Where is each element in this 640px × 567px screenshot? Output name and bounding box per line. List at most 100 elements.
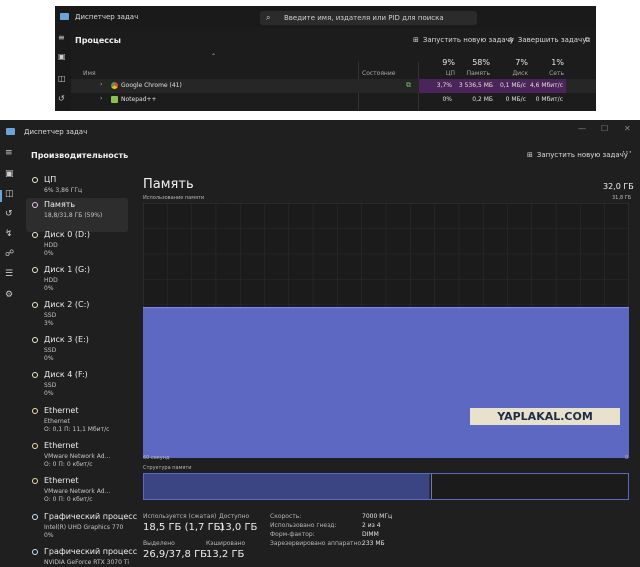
column-name[interactable]: Имя <box>83 70 96 77</box>
task-manager-icon <box>6 128 15 135</box>
run-new-task-button[interactable]: ⊞ Запустить новую задачу <box>413 36 514 44</box>
graph-indicator-icon <box>32 232 38 238</box>
sidebar-item[interactable]: Графический процесс Intel(R) UHD Graphics… <box>26 510 137 544</box>
history-icon[interactable]: ↺ <box>5 209 13 219</box>
titlebar: Диспетчер задач ⌕ Введите имя, издателя … <box>55 6 596 28</box>
sidebar-item-subtitle: NVIDIA GeForce RTX 3070 Ti <box>44 559 129 566</box>
sidebar-item-subtitle: VMware Network Ad... <box>44 453 111 460</box>
processes-icon[interactable]: ▣ <box>5 169 14 179</box>
sidebar-item-title: Диск 0 (D:) <box>44 230 90 239</box>
axis-label-right: 0 <box>625 455 629 461</box>
graph-indicator-icon <box>32 337 38 343</box>
graph-indicator-icon <box>32 549 38 555</box>
column-status[interactable]: Состояние <box>362 70 395 77</box>
usage-label: Использование памяти <box>143 195 205 201</box>
notepad-icon <box>111 96 118 103</box>
detail-key-form-factor: Форм-фактор: <box>270 531 315 538</box>
graph-indicator-icon <box>32 478 38 484</box>
sidebar-item[interactable]: Память 18,8/31,8 ГБ (59%) <box>26 198 128 232</box>
services-icon[interactable]: ⚙ <box>5 290 13 300</box>
sidebar-item-detail: 3% <box>44 320 54 327</box>
sort-chevron-icon[interactable]: ⌃ <box>211 53 216 60</box>
table-row[interactable]: › Google Chrome (41) ⧉ 3,7% 3 536,5 МБ 0… <box>71 79 596 93</box>
sidebar-item[interactable]: Диск 1 (G:) HDD 0% <box>26 263 128 297</box>
sidebar-item-detail: 0% <box>44 355 54 362</box>
users-icon[interactable]: ☍ <box>5 249 14 259</box>
graph-indicator-icon <box>32 302 38 308</box>
startup-icon[interactable]: ↯ <box>5 229 13 239</box>
performance-icon[interactable]: ◫ <box>58 74 66 83</box>
memory-title: Память <box>143 177 194 192</box>
processes-icon[interactable]: ▣ <box>58 52 66 61</box>
more-options-icon[interactable]: ⋯ <box>622 147 632 158</box>
window-title: Диспетчер задач <box>24 128 88 136</box>
sidebar-item-title: Диск 1 (G:) <box>44 265 90 274</box>
sidebar-item-detail: 0% <box>44 285 54 292</box>
search-input[interactable]: ⌕ Введите имя, издателя или PID для поис… <box>260 11 477 25</box>
nav-rail: ≡ ▣ ◫ ↺ ↯ ☍ ☰ ⚙ <box>0 142 20 567</box>
column-network[interactable]: Сеть <box>535 70 564 77</box>
detail-value-speed: 7000 МГц <box>362 513 393 520</box>
graph-indicator-icon <box>32 202 38 208</box>
sidebar-item-title: Память <box>44 200 76 209</box>
detail-key-slots: Использовано гнезд: <box>270 522 337 529</box>
stat-label-cached: Кэшировано <box>206 540 246 547</box>
cpu-percent: 9% <box>442 58 455 67</box>
active-indicator <box>0 190 2 202</box>
overflow-icon[interactable]: ⧉ <box>585 36 590 45</box>
sidebar-item-subtitle: SSD <box>44 312 57 319</box>
minimize-icon[interactable]: — <box>578 124 586 133</box>
sidebar-item[interactable]: Ethernet Ethernet О: 0,1 П: 11,1 Мбит/с <box>26 404 128 438</box>
page-title: Процессы <box>75 36 121 45</box>
column-memory[interactable]: Память <box>455 70 490 77</box>
efficiency-mode-icon: ⧉ <box>406 81 411 89</box>
sidebar-item-title: ЦП <box>44 175 57 184</box>
history-icon[interactable]: ↺ <box>58 94 65 103</box>
table-row[interactable]: › Notepad++ 0% 0,2 МБ 0 МБ/с 0 Мбит/с <box>71 93 596 107</box>
network-percent: 1% <box>551 58 564 67</box>
sidebar-item-subtitle: VMware Network Ad... <box>44 488 111 495</box>
sidebar-item-subtitle: 18,8/31,8 ГБ (59%) <box>44 212 103 219</box>
end-task-button[interactable]: ⊘ Завершить задачу <box>508 36 586 44</box>
sidebar-item[interactable]: Диск 3 (E:) SSD 0% <box>26 333 128 367</box>
menu-icon[interactable]: ≡ <box>58 33 65 42</box>
performance-icon[interactable]: ◫ <box>5 189 14 199</box>
graph-indicator-icon <box>32 267 38 273</box>
graph-indicator-icon <box>32 514 38 520</box>
cpu-cell: 3,7% <box>419 79 455 93</box>
sidebar-item-subtitle: Intel(R) UHD Graphics 770 <box>44 524 124 531</box>
column-cpu[interactable]: ЦП <box>425 70 455 77</box>
sidebar-item[interactable]: Диск 0 (D:) HDD 0% <box>26 228 128 262</box>
sidebar-item[interactable]: Диск 4 (F:) SSD 0% <box>26 368 128 402</box>
expand-chevron-icon[interactable]: › <box>100 81 102 88</box>
sidebar-item-title: Графический процесс <box>44 547 138 556</box>
sidebar-item[interactable]: Ethernet VMware Network Ad... О: 0 П: 0 кб… <box>26 474 128 508</box>
axis-label-left: 60 секунд <box>143 455 170 461</box>
memory-percent: 58% <box>472 58 490 67</box>
sidebar-item-title: Ethernet <box>44 476 79 485</box>
sidebar-item[interactable]: Диск 2 (C:) SSD 3% <box>26 298 128 332</box>
graph-indicator-icon <box>32 443 38 449</box>
details-icon[interactable]: ☰ <box>5 269 13 279</box>
window-title: Диспетчер задач <box>75 13 139 21</box>
end-task-label: Завершить задачу <box>517 36 587 44</box>
expand-chevron-icon[interactable]: › <box>100 95 102 102</box>
memory-structure-bar <box>143 473 629 500</box>
maximize-icon[interactable]: ☐ <box>601 124 608 133</box>
network-cell: 0 Мбит/с <box>535 96 563 103</box>
run-new-task-button[interactable]: ⊞ Запустить новую задачу <box>527 151 628 159</box>
sidebar-item-subtitle: HDD <box>44 242 58 249</box>
close-icon[interactable]: ✕ <box>624 124 631 133</box>
sidebar-item[interactable]: Ethernet VMware Network Ad... О: 0 П: 0 кб… <box>26 439 128 473</box>
structure-label: Структура памяти <box>143 465 192 471</box>
sidebar-item-detail: 0% <box>44 532 54 539</box>
column-disk[interactable]: Диск <box>500 70 528 77</box>
detail-value-slots: 2 из 4 <box>362 522 381 529</box>
sidebar-item[interactable]: Графический процесс NVIDIA GeForce RTX 30… <box>26 545 137 567</box>
memory-cell: 3 536,5 МБ <box>455 79 496 93</box>
stat-label-used: Используется (сжатая) <box>143 513 217 520</box>
menu-icon[interactable]: ≡ <box>5 148 13 158</box>
end-task-icon: ⊘ <box>508 36 514 44</box>
performance-window: Диспетчер задач — ☐ ✕ ≡ ▣ ◫ ↺ ↯ ☍ ☰ ⚙ Пр… <box>0 120 640 567</box>
sidebar-item-subtitle: SSD <box>44 382 57 389</box>
